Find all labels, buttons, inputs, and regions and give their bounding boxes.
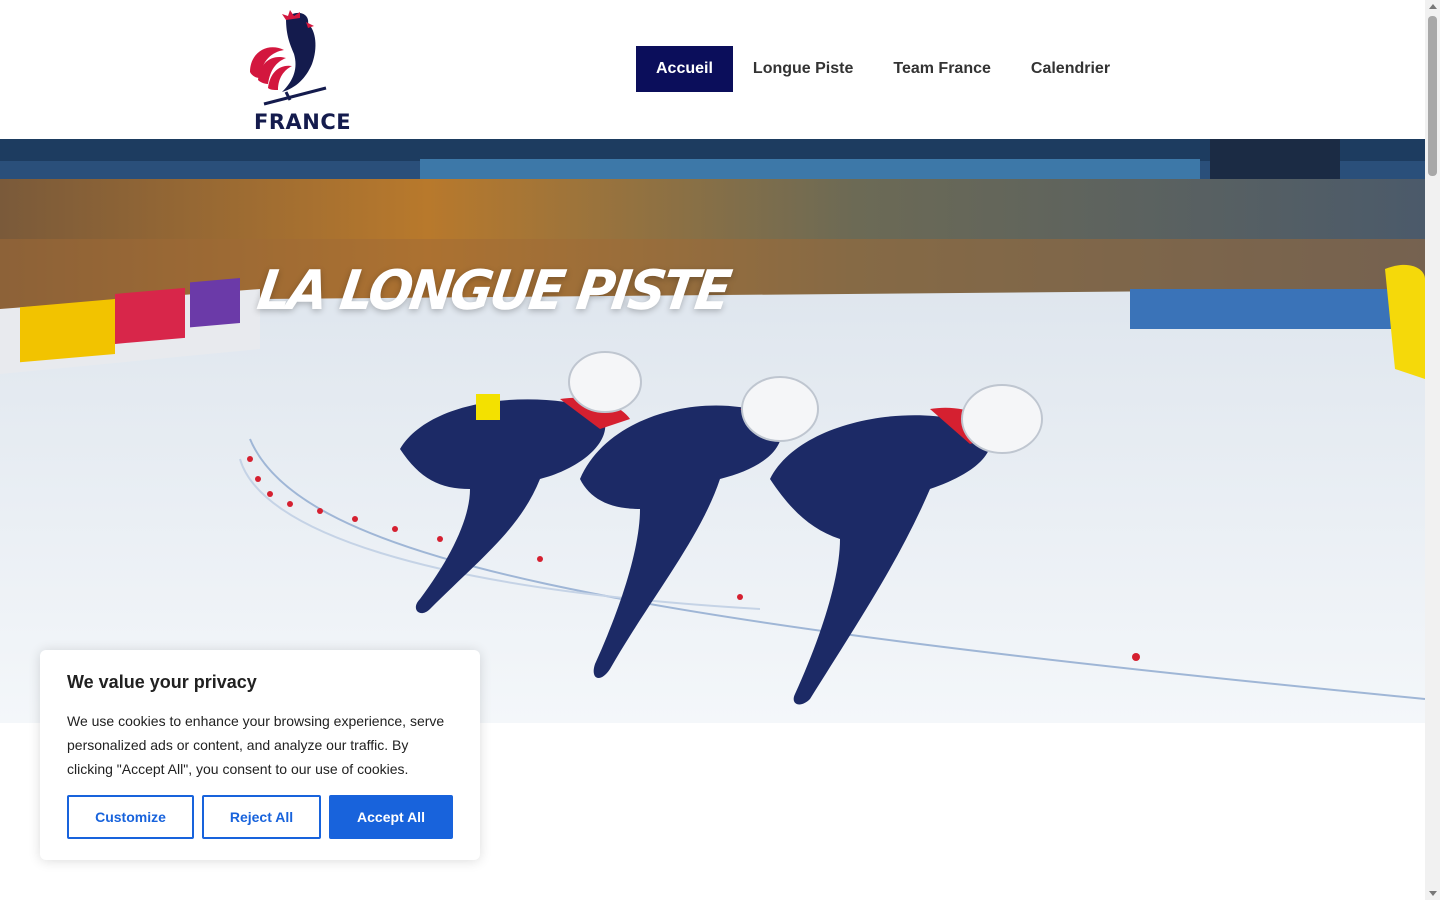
hero-title: LA LONGUE PISTE [253, 259, 733, 323]
accept-all-button[interactable]: Accept All [329, 795, 453, 839]
rooster-logo-icon [250, 10, 327, 106]
nav-item-accueil[interactable]: Accueil [636, 46, 733, 92]
hero-banner: LA LONGUE PISTE [0, 139, 1425, 723]
nav-item-calendrier[interactable]: Calendrier [1011, 46, 1130, 92]
scroll-down-icon[interactable] [1429, 891, 1437, 896]
nav-item-team-france[interactable]: Team France [873, 46, 1011, 92]
hero-image [0, 139, 1425, 723]
france-logo[interactable]: FRANCE [246, 8, 351, 134]
cookie-consent-banner: We value your privacy We use cookies to … [40, 650, 480, 860]
cookie-text: We use cookies to enhance your browsing … [67, 713, 445, 777]
site-header: FRANCE Accueil Longue Piste Team France … [0, 0, 1425, 139]
cookie-buttons: Customize Reject All Accept All [67, 795, 453, 839]
reject-all-button[interactable]: Reject All [202, 795, 321, 839]
scroll-thumb[interactable] [1428, 16, 1437, 176]
customize-button[interactable]: Customize [67, 795, 194, 839]
nav-item-longue-piste[interactable]: Longue Piste [733, 46, 873, 92]
cookie-title: We value your privacy [67, 672, 257, 692]
logo-text: FRANCE [254, 110, 352, 134]
page-scrollbar[interactable] [1425, 0, 1440, 900]
main-nav: Accueil Longue Piste Team France Calendr… [636, 46, 1130, 92]
scroll-up-icon[interactable] [1429, 4, 1437, 9]
